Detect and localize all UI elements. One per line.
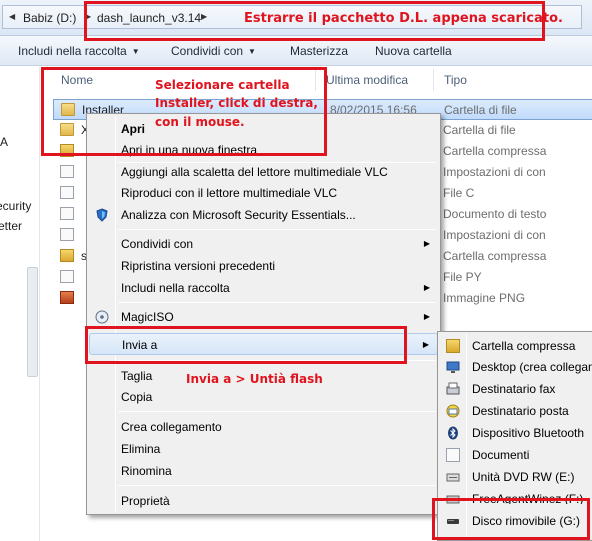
menu-item-vlc-add[interactable]: Aggiungi alla scaletta del lettore multi… — [89, 161, 438, 183]
menu-item-copy[interactable]: Copia — [89, 386, 438, 408]
include-in-library-button[interactable]: Includi nella raccolta ▼ — [18, 44, 140, 58]
new-folder-button[interactable]: Nuova cartella — [375, 44, 452, 58]
document-icon — [60, 207, 74, 220]
menu-item-include-library[interactable]: Includi nella raccolta ▶ — [89, 277, 438, 299]
menu-item-vlc-play[interactable]: Riproduci con il lettore multimediale VL… — [89, 182, 438, 204]
image-icon — [60, 291, 74, 304]
menu-separator — [118, 302, 436, 303]
chevron-down-icon: ▼ — [248, 47, 256, 56]
file-type: Cartella di file — [443, 123, 516, 137]
file-type: Impostazioni di con — [443, 165, 546, 179]
desktop-icon — [446, 360, 460, 374]
share-with-button[interactable]: Condividi con ▼ — [171, 44, 256, 58]
file-type: Immagine PNG — [443, 291, 526, 305]
menu-item-restore-versions[interactable]: Ripristina versioni precedenti — [89, 255, 438, 277]
mail-icon — [446, 404, 460, 418]
annotation-select-line2: Installer, click di destra, — [155, 96, 318, 110]
shield-icon — [95, 208, 109, 222]
nav-item[interactable]: A — [0, 135, 8, 149]
menu-item-magiciso[interactable]: MagicISO ▶ — [89, 306, 438, 328]
submenu-item-label: Desktop (crea collegam — [472, 360, 592, 374]
column-separator[interactable] — [433, 69, 434, 91]
submenu-item-compressed-folder[interactable]: Cartella compressa — [440, 335, 592, 357]
settings-file-icon — [60, 228, 74, 241]
nav-item[interactable]: ecurity — [0, 199, 31, 213]
fax-icon — [446, 382, 460, 396]
menu-separator — [118, 485, 436, 486]
bluetooth-icon — [446, 426, 460, 440]
menu-separator — [118, 411, 436, 412]
disc-icon — [95, 310, 109, 324]
submenu-arrow-icon: ▶ — [423, 239, 430, 248]
column-header-type[interactable]: Tipo — [444, 73, 467, 87]
menu-item-label: Crea collegamento — [121, 420, 222, 434]
menu-separator — [118, 229, 436, 230]
menu-item-label: Copia — [121, 390, 153, 404]
menu-item-label: Elimina — [121, 442, 161, 456]
menu-item-delete[interactable]: Elimina — [89, 438, 438, 460]
annotation-sendto-note: Invia a > Untià flash — [186, 372, 323, 386]
menu-item-label: Riproduci con il lettore multimediale VL… — [121, 186, 338, 200]
menu-item-label: Analizza con Microsoft Security Essentia… — [121, 208, 356, 222]
menu-item-label: Condividi con — [121, 237, 194, 251]
dvd-drive-icon — [446, 470, 460, 484]
nav-scrollbar[interactable] — [27, 267, 38, 377]
submenu-item-label: Destinatario posta — [472, 404, 569, 418]
zip-folder-icon — [446, 339, 460, 353]
submenu-item-documents[interactable]: Documenti — [440, 444, 592, 466]
submenu-item-bluetooth[interactable]: Dispositivo Bluetooth — [440, 422, 592, 444]
chevron-right-icon[interactable]: ◀ — [9, 12, 15, 21]
menu-item-rename[interactable]: Rinomina — [89, 460, 438, 482]
menu-item-label: Ripristina versioni precedenti — [121, 259, 276, 273]
file-type: File C — [443, 186, 475, 200]
settings-file-icon — [60, 165, 74, 178]
annotation-select-line1: Selezionare cartella — [155, 78, 290, 92]
file-type: Cartella di file — [444, 103, 517, 117]
menu-item-label: Proprietà — [121, 494, 170, 508]
menu-item-label: Includi nella raccolta — [121, 281, 230, 295]
breadcrumb-drive[interactable]: Babiz (D:) — [23, 11, 76, 25]
submenu-item-mail[interactable]: Destinatario posta — [440, 400, 592, 422]
file-type: File PY — [443, 270, 482, 284]
submenu-item-label: Unità DVD RW (E:) — [472, 470, 575, 484]
nav-item[interactable]: etter — [0, 219, 22, 233]
file-type: Documento di testo — [443, 207, 547, 221]
annotation-box-send-to — [85, 326, 407, 364]
menu-item-mse-scan[interactable]: Analizza con Microsoft Security Essentia… — [89, 204, 438, 226]
submenu-item-label: Destinatario fax — [472, 382, 556, 396]
menu-item-label: Rinomina — [121, 464, 172, 478]
submenu-item-fax[interactable]: Destinatario fax — [440, 378, 592, 400]
submenu-item-label: Documenti — [472, 448, 530, 462]
submenu-arrow-icon: ▶ — [423, 312, 430, 321]
submenu-item-desktop[interactable]: Desktop (crea collegam — [440, 356, 592, 378]
submenu-arrow-icon: ▶ — [423, 283, 430, 292]
menu-item-label: Taglia — [121, 369, 153, 383]
annotation-extract-note: Estrarre il pacchetto D.L. appena scaric… — [244, 11, 563, 26]
document-icon — [60, 270, 74, 283]
submenu-item-label: Dispositivo Bluetooth — [472, 426, 585, 440]
column-header-modified[interactable]: Ultima modifica — [326, 73, 408, 87]
annotation-select-line3: con il mouse. — [155, 115, 245, 129]
menu-item-label: MagicISO — [121, 310, 174, 324]
file-type: Impostazioni di con — [443, 228, 546, 242]
menu-item-properties[interactable]: Proprietà — [89, 490, 438, 512]
menu-item-label: Aggiungi alla scaletta del lettore multi… — [121, 165, 388, 179]
zip-icon — [60, 249, 74, 262]
file-type: Cartella compressa — [443, 249, 547, 263]
documents-icon — [446, 448, 460, 462]
menu-item-create-shortcut[interactable]: Crea collegamento — [89, 416, 438, 438]
burn-button[interactable]: Masterizza — [290, 44, 348, 58]
annotation-box-removable-disk — [432, 498, 590, 540]
menu-item-share-with[interactable]: Condividi con ▶ — [89, 233, 438, 255]
submenu-item-label: Cartella compressa — [472, 339, 576, 353]
submenu-arrow-icon: ▶ — [422, 340, 429, 349]
context-menu: Apri Apri in una nuova finestra Aggiungi… — [86, 113, 441, 515]
document-icon — [60, 186, 74, 199]
navigation-pane: A ecurity etter — [0, 67, 40, 541]
chevron-down-icon: ▼ — [131, 47, 140, 56]
submenu-item-dvd-drive[interactable]: Unità DVD RW (E:) — [440, 466, 592, 488]
file-type: Cartella compressa — [443, 144, 547, 158]
